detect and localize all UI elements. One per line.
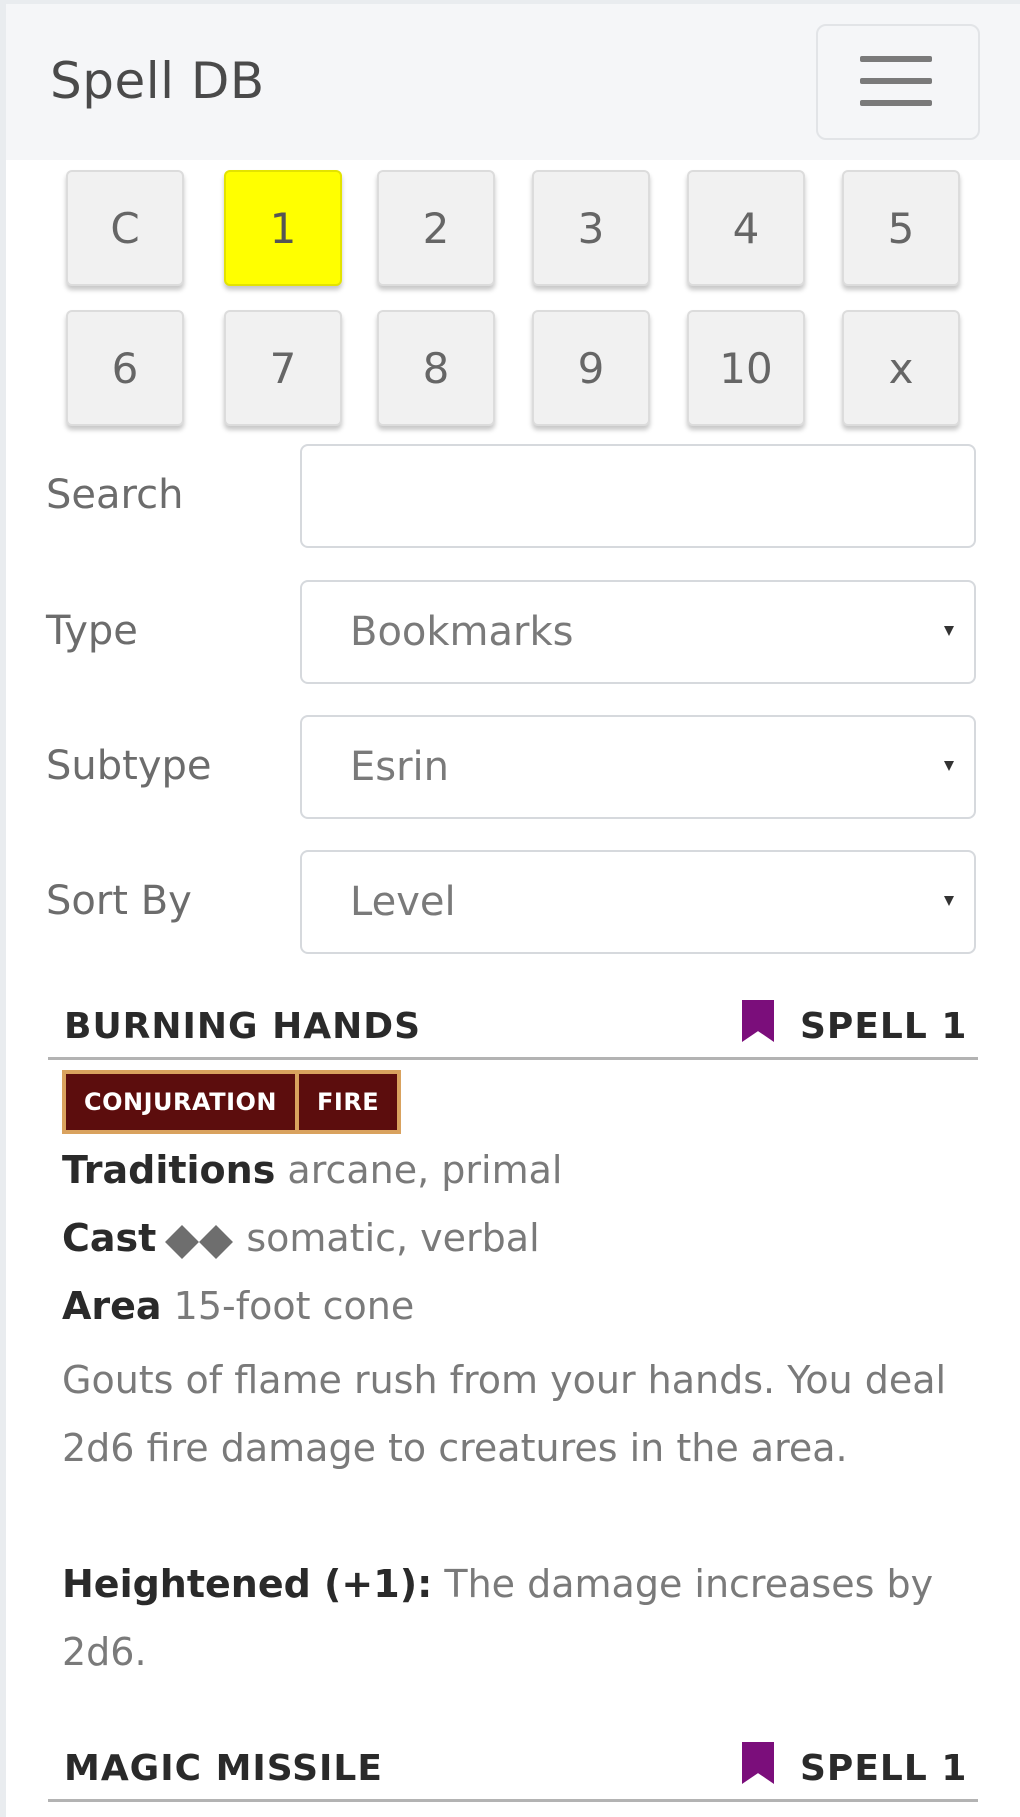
spell-level: SPELL 1 [800, 1006, 968, 1047]
level-button-10[interactable]: 10 [687, 310, 805, 426]
bookmark-icon[interactable] [742, 1000, 774, 1042]
two-action-icon [165, 1219, 238, 1263]
caret-down-icon [944, 761, 954, 771]
traditions-label: Traditions [62, 1148, 276, 1192]
level-button-9[interactable]: 9 [532, 310, 650, 426]
sort-by-label: Sort By [46, 878, 192, 924]
sort-by-select-value: Level [350, 879, 456, 925]
level-button-7[interactable]: 7 [224, 310, 342, 426]
navbar: Spell DB [6, 4, 1020, 160]
spell-name: MAGIC MISSILE [64, 1748, 383, 1789]
level-button-3[interactable]: 3 [532, 170, 650, 286]
level-button-2[interactable]: 2 [377, 170, 495, 286]
spell-header[interactable]: BURNING HANDS SPELL 1 [48, 998, 978, 1060]
spell-header[interactable]: MAGIC MISSILE SPELL 1 [48, 1740, 978, 1802]
search-input[interactable] [300, 444, 976, 548]
caret-down-icon [944, 626, 954, 636]
subtype-select[interactable]: Esrin [300, 715, 976, 819]
level-button-cantrip[interactable]: C [66, 170, 184, 286]
area-line: Area 15-foot cone [62, 1284, 414, 1328]
trait-badge: CONJURATION [66, 1074, 295, 1130]
bookmark-icon[interactable] [742, 1742, 774, 1784]
level-button-4[interactable]: 4 [687, 170, 805, 286]
level-button-6[interactable]: 6 [66, 310, 184, 426]
spell-description: Gouts of flame rush from your hands. You… [62, 1358, 947, 1470]
type-select-value: Bookmarks [350, 609, 574, 655]
heightened-line: Heightened (+1): The damage increases by… [62, 1550, 962, 1686]
level-button-8[interactable]: 8 [377, 310, 495, 426]
caret-down-icon [944, 896, 954, 906]
brand-title[interactable]: Spell DB [50, 56, 265, 106]
level-button-clear[interactable]: x [842, 310, 960, 426]
spell-level: SPELL 1 [800, 1748, 968, 1789]
traditions-value: arcane, primal [287, 1148, 563, 1192]
spell-name: BURNING HANDS [64, 1006, 422, 1047]
cast-label: Cast [62, 1216, 157, 1260]
area-value: 15-foot cone [173, 1284, 415, 1328]
menu-toggle-button[interactable] [816, 24, 980, 140]
level-button-5[interactable]: 5 [842, 170, 960, 286]
traditions-line: Traditions arcane, primal [62, 1148, 562, 1192]
level-button-1[interactable]: 1 [224, 170, 342, 286]
area-label: Area [62, 1284, 162, 1328]
trait-badge: FIRE [299, 1074, 398, 1130]
type-select[interactable]: Bookmarks [300, 580, 976, 684]
heightened-label: Heightened (+1): [62, 1562, 433, 1606]
trait-list: CONJURATION FIRE [62, 1070, 402, 1134]
search-label: Search [46, 472, 184, 518]
type-label: Type [46, 608, 138, 654]
subtype-label: Subtype [46, 743, 212, 789]
cast-line: Cast somatic, verbal [62, 1216, 540, 1263]
sort-by-select[interactable]: Level [300, 850, 976, 954]
cast-value: somatic, verbal [246, 1216, 540, 1260]
subtype-select-value: Esrin [350, 744, 450, 790]
